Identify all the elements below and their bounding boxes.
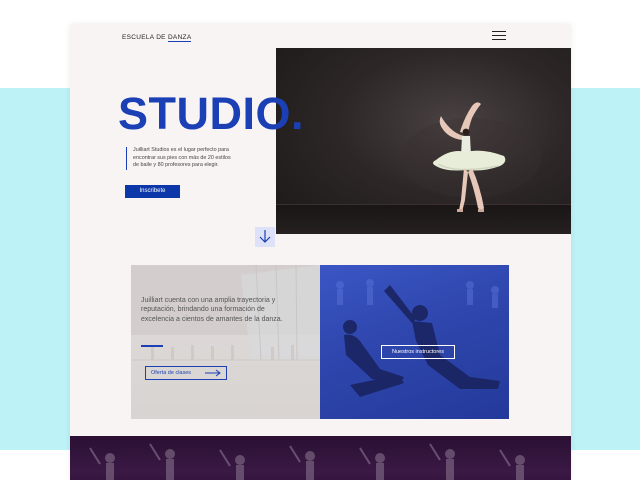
- arrow-right-icon: [205, 369, 221, 377]
- signup-button[interactable]: Inscribete: [125, 185, 180, 198]
- accent-divider: [141, 345, 163, 347]
- title-dot: .: [291, 88, 305, 139]
- classes-button-label: Oferta de clases: [151, 370, 192, 376]
- instructors-photo: Nuestros instructores: [320, 265, 509, 419]
- carousel-dot[interactable]: [414, 418, 417, 419]
- brand-logo[interactable]: ESCUELA DE DANZA: [122, 34, 192, 42]
- carousel-dot[interactable]: [409, 418, 412, 419]
- ballerina-figure: [401, 102, 541, 212]
- hamburger-menu-icon[interactable]: [492, 31, 506, 41]
- carousel-dot[interactable]: [419, 418, 422, 419]
- arrow-down-icon[interactable]: [255, 227, 275, 247]
- class-photo-strip: [70, 436, 571, 480]
- about-card: Juilliart cuenta con una amplia trayecto…: [131, 265, 509, 419]
- studio-photo: Juilliart cuenta con una amplia trayecto…: [131, 265, 320, 419]
- title-text: STUDIO: [118, 88, 292, 139]
- brand-accent: DANZA: [167, 34, 192, 42]
- hero-photo: [276, 48, 571, 234]
- website-page: ESCUELA DE DANZA STUDIO. Juilliart Studi…: [70, 24, 571, 480]
- about-text: Juilliart cuenta con una amplia trayecto…: [141, 297, 283, 323]
- page-title: STUDIO.: [118, 91, 304, 136]
- brand-prefix: ESCUELA DE: [122, 34, 168, 41]
- hero-description: Juilliart Studios es el lugar perfecto p…: [126, 147, 238, 170]
- classes-button[interactable]: Oferta de clases: [145, 366, 227, 380]
- carousel-dots[interactable]: [409, 408, 424, 419]
- instructors-button[interactable]: Nuestros instructores: [381, 345, 455, 359]
- mockup-stage: ESCUELA DE DANZA STUDIO. Juilliart Studi…: [0, 0, 640, 480]
